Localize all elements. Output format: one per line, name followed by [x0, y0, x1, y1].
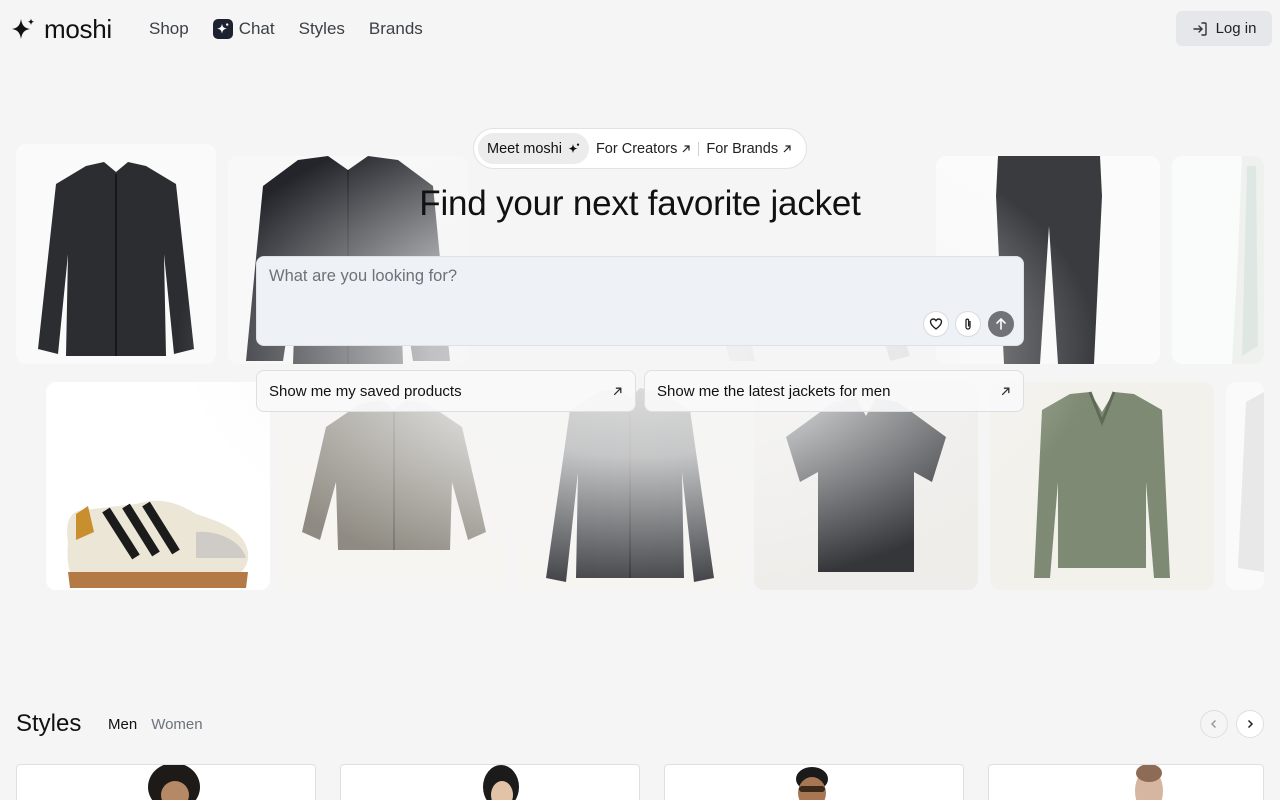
hero-pill-bar: Meet moshi For Creators For Brands [473, 128, 807, 169]
top-navigation: moshi Shop Chat Styles Brands Log in [0, 0, 1280, 58]
model-image [148, 765, 200, 800]
nav-shop[interactable]: Shop [149, 19, 189, 39]
login-button[interactable]: Log in [1176, 11, 1272, 46]
tab-men[interactable]: Men [108, 716, 137, 733]
for-creators-label: For Creators [595, 140, 678, 157]
sparkle-logo-icon [12, 18, 35, 39]
nav-styles-label: Styles [298, 19, 345, 38]
sparkle-icon [212, 19, 233, 39]
search-box [256, 256, 1024, 346]
model-image [1135, 765, 1163, 800]
sparkle-icon [568, 143, 580, 153]
search-input[interactable] [269, 267, 909, 286]
external-arrow-icon [783, 144, 791, 152]
product-tile-bomber[interactable] [282, 382, 506, 590]
send-button[interactable] [988, 311, 1014, 337]
style-card[interactable] [664, 764, 964, 800]
arrow-up-right-icon [613, 387, 622, 395]
overshirt-image [546, 388, 714, 582]
styles-section-header: Styles [16, 710, 81, 738]
suggestion-text: Show me the latest jackets for men [657, 382, 891, 400]
partial-product-image [1238, 392, 1264, 572]
product-tile-partial[interactable] [1226, 382, 1264, 590]
product-tile-overshirt[interactable] [518, 382, 742, 590]
chevron-right-icon [1247, 719, 1254, 729]
jacket-image [38, 162, 194, 356]
style-card[interactable] [16, 764, 316, 800]
logo-text: moshi [44, 14, 112, 44]
model-image [483, 765, 519, 800]
chevron-left-icon [1210, 719, 1217, 729]
for-creators-link[interactable]: For Creators [589, 141, 698, 157]
nav-styles[interactable]: Styles [299, 19, 345, 39]
nav-chat[interactable]: Chat [212, 19, 275, 39]
model-image [796, 767, 828, 800]
hero-title: Find your next favorite jacket [419, 184, 861, 223]
product-tile-polo[interactable] [754, 382, 978, 590]
nav-chat-label: Chat [238, 19, 275, 38]
bomber-image [302, 400, 486, 550]
product-tile-jacket[interactable] [16, 144, 216, 364]
arrow-up-icon [996, 317, 1006, 330]
polo-image [786, 398, 946, 572]
suggestion-saved-products[interactable]: Show me my saved products [256, 370, 636, 412]
styles-tabs: Men Women [108, 716, 203, 733]
nav-brands-label: Brands [368, 19, 423, 38]
carousel-next-button[interactable] [1236, 710, 1264, 738]
external-arrow-icon [682, 144, 690, 152]
logo[interactable]: moshi [10, 14, 112, 45]
styles-title: Styles [16, 710, 82, 737]
nav-shop-label: Shop [149, 19, 189, 38]
meet-moshi-label: Meet moshi [487, 140, 562, 157]
arrow-up-right-icon [1001, 387, 1010, 395]
meet-moshi-pill[interactable]: Meet moshi [478, 133, 589, 164]
product-tile-sneaker[interactable] [46, 382, 270, 590]
saved-button[interactable] [923, 311, 949, 337]
sneaker-image [67, 500, 249, 588]
carousel-prev-button[interactable] [1200, 710, 1228, 738]
style-card[interactable] [988, 764, 1264, 800]
nav-brands[interactable]: Brands [369, 19, 423, 39]
for-brands-link[interactable]: For Brands [699, 141, 799, 157]
attach-button[interactable] [955, 311, 981, 337]
product-tile-knit[interactable] [990, 382, 1214, 590]
login-label: Log in [1215, 20, 1257, 37]
heart-icon [929, 318, 943, 330]
main-nav: Shop Chat Styles Brands [149, 19, 447, 39]
tab-women[interactable]: Women [151, 716, 202, 733]
knit-polo-image [1034, 391, 1170, 578]
suggestion-text: Show me my saved products [269, 382, 462, 400]
login-icon [1192, 21, 1207, 36]
paperclip-icon [965, 318, 971, 330]
style-card[interactable] [340, 764, 640, 800]
for-brands-label: For Brands [706, 140, 779, 157]
suggestion-latest-jackets[interactable]: Show me the latest jackets for men [644, 370, 1024, 412]
